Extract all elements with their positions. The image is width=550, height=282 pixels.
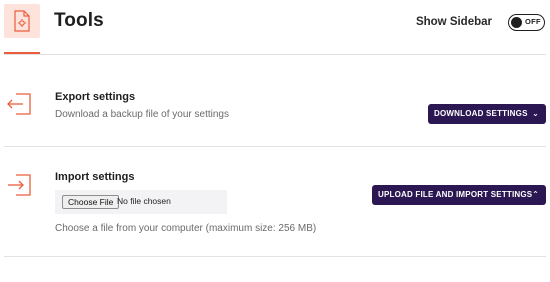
- settings-file-icon: [14, 10, 30, 32]
- bottom-divider: [4, 256, 546, 257]
- header-divider: [4, 54, 546, 55]
- export-description: Download a backup file of your settings: [55, 109, 229, 120]
- export-title: Export settings: [55, 91, 136, 103]
- choose-file-button[interactable]: Choose File: [62, 195, 120, 209]
- file-input[interactable]: Choose File No file chosen: [55, 190, 227, 214]
- show-sidebar-label: Show Sidebar: [415, 16, 492, 28]
- download-settings-button[interactable]: DOWNLOAD SETTINGS ⌄: [428, 104, 546, 124]
- section-divider: [4, 146, 546, 147]
- export-icon: [7, 93, 31, 115]
- import-icon: [8, 174, 31, 196]
- download-settings-label: DOWNLOAD SETTINGS: [434, 109, 528, 118]
- show-sidebar-toggle[interactable]: OFF: [508, 14, 545, 31]
- import-title: Import settings: [55, 171, 135, 183]
- page-header: Tools Show Sidebar OFF: [0, 0, 550, 56]
- chevron-up-icon: ⌃: [532, 190, 539, 199]
- file-status-text: No file chosen: [117, 196, 171, 206]
- toggle-state-text: OFF: [525, 17, 541, 26]
- tools-page: Tools Show Sidebar OFF Export settings D…: [0, 0, 550, 282]
- upload-import-label: UPLOAD FILE AND IMPORT SETTINGS: [378, 190, 533, 199]
- import-hint: Choose a file from your computer (maximu…: [55, 223, 317, 234]
- page-title: Tools: [54, 10, 104, 31]
- upload-import-button[interactable]: UPLOAD FILE AND IMPORT SETTINGS ⌃: [372, 185, 546, 205]
- chevron-down-icon: ⌄: [532, 109, 539, 118]
- toggle-knob: [511, 16, 522, 28]
- tools-tab[interactable]: [4, 4, 40, 38]
